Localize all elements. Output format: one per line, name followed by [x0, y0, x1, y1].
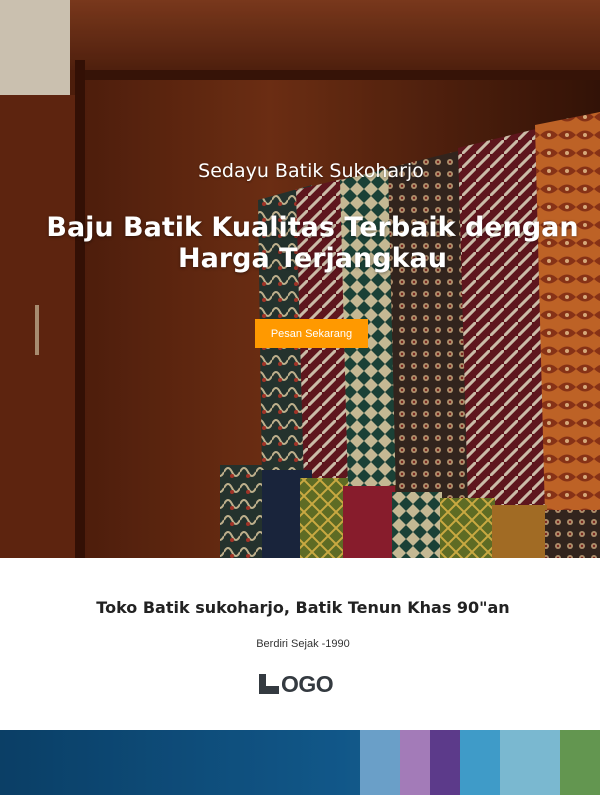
about-title: Toko Batik sukoharjo, Batik Tenun Khas 9…: [96, 598, 510, 617]
order-now-button[interactable]: Pesan Sekarang: [255, 319, 368, 348]
established-text: Berdiri Sejak -1990: [256, 638, 350, 650]
fabric-image: [0, 730, 600, 795]
next-section-image: [0, 730, 600, 795]
hero-section: Sedayu Batik Sukoharjo Baju Batik Kualit…: [0, 0, 600, 558]
about-section: Toko Batik sukoharjo, Batik Tenun Khas 9…: [0, 558, 600, 730]
hero-subtitle: Sedayu Batik Sukoharjo: [198, 160, 424, 182]
logo-mark-icon: [259, 674, 279, 694]
hero-title: Baju Batik Kualitas Terbaik dengan Harga…: [46, 212, 579, 274]
hero-overlay: [0, 0, 600, 558]
logo: OGO: [259, 672, 347, 696]
logo-text: OGO: [281, 671, 334, 697]
